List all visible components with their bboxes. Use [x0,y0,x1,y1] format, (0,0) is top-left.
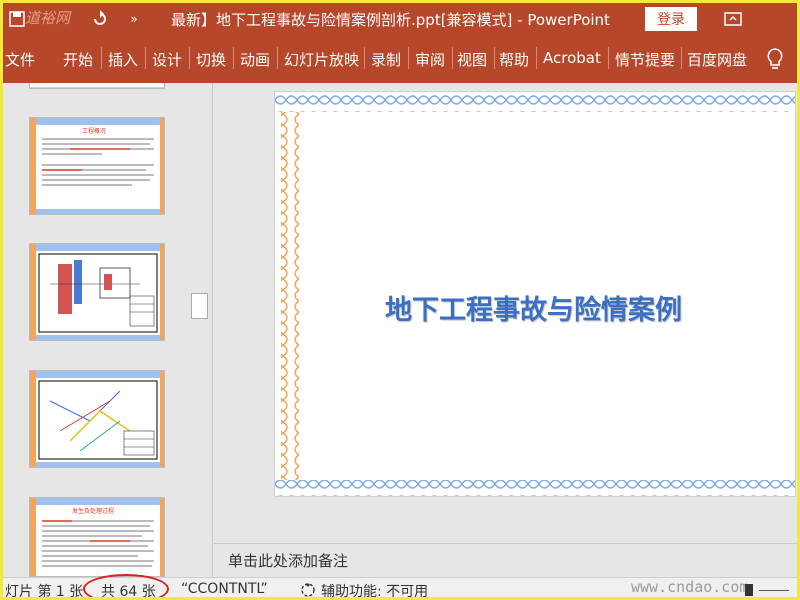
tab-separator [277,47,278,69]
slide-title[interactable]: 地下工程事故与险情案例 [385,288,682,327]
window-title: 最新】地下工程事故与险情案例剖析.ppt[兼容模式] - PowerPoint [171,11,610,29]
status-bar: 灯片 第 1 张 共 64 张 “CCONTNTL” 辅助功能: 不可用 www… [3,574,797,600]
tab-separator [101,47,102,69]
title-bar: 道裕网 » 最新】地下工程事故与险情案例剖析.ppt[兼容模式] - Power… [3,3,797,35]
notes-pane[interactable]: 单击此处添加备注 [214,543,797,577]
tab-file[interactable]: 文件 [5,49,35,70]
slide-thumbnail[interactable] [29,370,165,468]
tab-separator [189,47,190,69]
tab-separator [233,47,234,69]
slide-number-status[interactable]: 灯片 第 1 张 [5,581,83,597]
zoom-slider-thumb[interactable] [745,584,753,596]
slide-editor: 地下工程事故与险情案例 [214,83,797,543]
accessibility-icon[interactable] [299,581,317,597]
tab-separator [681,47,682,69]
ribbon-tabs: 文件 开始 插入 设计 切换 动画 幻灯片放映 录制 审阅 视图 帮助 Acro… [3,35,797,83]
tab-help[interactable]: 帮助 [499,49,529,70]
slide-thumbnail[interactable]: 发生及处理过程 [29,497,165,577]
tab-animations[interactable]: 动画 [240,49,270,70]
tab-separator [452,47,453,69]
lightbulb-icon[interactable] [765,47,785,71]
tab-home[interactable]: 开始 [63,49,93,70]
tab-review[interactable]: 审阅 [415,49,445,70]
zoom-slider-track[interactable] [759,590,789,591]
current-slide[interactable]: 地下工程事故与险情案例 [274,91,796,497]
tab-acrobat[interactable]: Acrobat [543,49,601,67]
tab-separator [145,47,146,69]
ribbon-display-icon[interactable] [721,7,745,31]
accessibility-status[interactable]: 辅助功能: 不可用 [321,581,428,597]
watermark-url: www.cndao.com [631,578,749,596]
thumbnail-heading: 工程概况 [82,128,107,135]
tab-separator [608,47,609,69]
tab-transitions[interactable]: 切换 [196,49,226,70]
undo-icon[interactable] [89,7,111,31]
quick-access-more-icon[interactable]: » [125,7,143,31]
main-area: 工程概况 发生及处理过程 地下工程事故与险情案例 单击此处添加备注 [3,83,797,577]
thumbnail-heading: 发生及处理过程 [72,508,115,515]
scrollbar-thumb[interactable] [191,293,208,319]
tab-separator [364,47,365,69]
tab-separator [408,47,409,69]
tab-insert[interactable]: 插入 [108,49,138,70]
tab-separator [494,47,495,69]
app-window: 道裕网 » 最新】地下工程事故与险情案例剖析.ppt[兼容模式] - Power… [0,0,800,600]
watermark-logo: 道裕网 [25,9,71,27]
notes-placeholder[interactable]: 单击此处添加备注 [228,550,348,571]
slide-thumbnail[interactable]: 工程概况 [29,117,165,215]
slide-thumbnails-pane[interactable]: 工程概况 发生及处理过程 [3,83,213,577]
slide-thumbnail[interactable] [29,83,165,89]
login-button[interactable]: 登录 [645,7,697,31]
save-icon[interactable] [7,7,27,31]
tab-baidu-netdisk[interactable]: 百度网盘 [687,49,747,70]
tab-design[interactable]: 设计 [152,49,182,70]
tab-separator [536,47,537,69]
slide-thumbnail[interactable] [29,243,165,341]
tab-view[interactable]: 视图 [457,49,487,70]
tab-storyboard[interactable]: 情节提要 [615,49,675,70]
slide-total-status: 共 64 张 [101,584,156,600]
template-name-status: “CCONTNTL” [181,581,268,597]
thumbnails-scrollbar[interactable] [188,83,210,577]
tab-slideshow[interactable]: 幻灯片放映 [284,49,359,70]
tab-record[interactable]: 录制 [371,49,401,70]
